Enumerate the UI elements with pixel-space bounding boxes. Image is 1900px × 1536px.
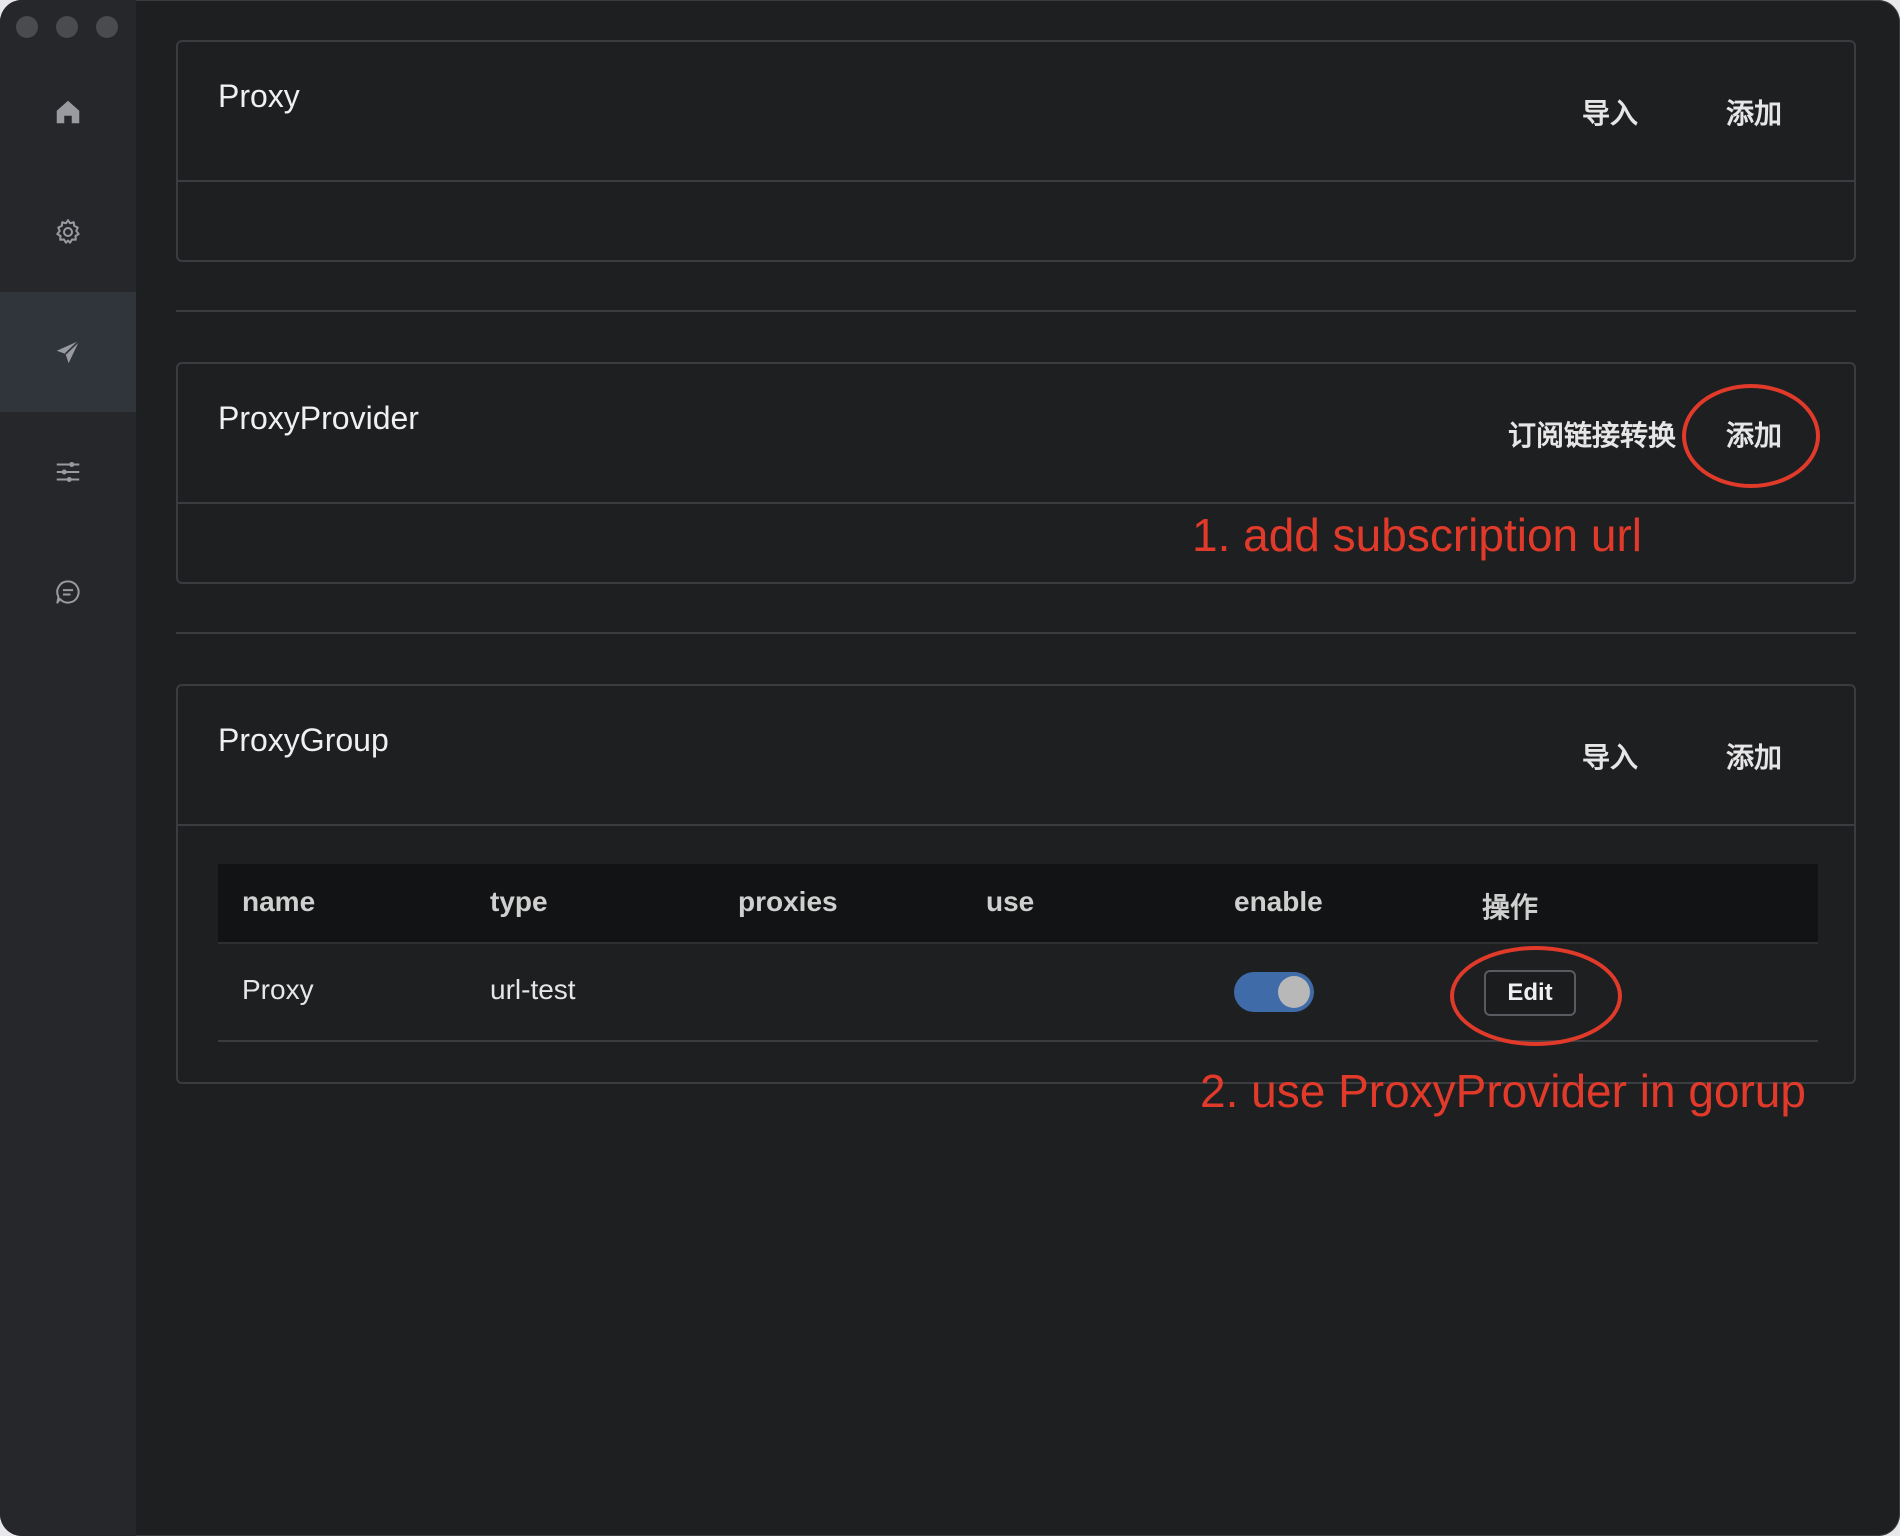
proxy-provider-card-title: ProxyProvider (218, 400, 419, 436)
proxy-group-import-button[interactable]: 导入 (1582, 736, 1638, 776)
home-icon (56, 100, 80, 124)
column-header-actions: 操作 (1482, 892, 1539, 923)
column-header-enable: enable (1234, 886, 1323, 917)
proxy-import-button[interactable]: 导入 (1582, 92, 1638, 132)
table-header: name type proxies use enable 操作 (218, 864, 1818, 944)
proxy-provider-card-header: ProxyProvider 订阅链接转换 添加 (178, 364, 1854, 504)
sidebar-item-messages[interactable] (0, 532, 136, 652)
sidebar-item-rules[interactable] (0, 412, 136, 532)
row-type: url-test (490, 974, 576, 1005)
column-header-name: name (242, 886, 316, 917)
proxy-group-card-header: ProxyGroup 导入 添加 (178, 686, 1854, 826)
window-close-button[interactable] (16, 16, 38, 38)
column-header-type: type (490, 886, 548, 917)
chat-icon (56, 580, 80, 604)
column-header-use: use (986, 886, 1035, 917)
section-divider (176, 632, 1856, 634)
proxy-group-add-button[interactable]: 添加 (1726, 736, 1782, 776)
subscription-convert-button[interactable]: 订阅链接转换 (1508, 414, 1676, 454)
window-zoom-button[interactable] (96, 16, 118, 38)
sidebar-item-home[interactable] (0, 52, 136, 172)
section-divider (176, 310, 1856, 312)
annotation-circle-edit (1450, 946, 1622, 1046)
sliders-icon (56, 462, 80, 482)
main-content: Proxy 导入 添加 ProxyProvider 订阅链接转换 添加 Prox… (136, 0, 1900, 1536)
proxy-card-header: Proxy 导入 添加 (178, 42, 1854, 182)
gear-icon (56, 219, 80, 244)
app-window: Proxy 导入 添加 ProxyProvider 订阅链接转换 添加 Prox… (0, 0, 1900, 1536)
sidebar-item-settings[interactable] (0, 172, 136, 292)
proxy-card: Proxy 导入 添加 (176, 40, 1856, 262)
annotation-step-2: 2. use ProxyProvider in gorup (1200, 1065, 1806, 1117)
annotation-step-1: 1. add subscription url (1192, 509, 1643, 561)
toggle-knob (1278, 976, 1310, 1008)
window-minimize-button[interactable] (56, 16, 78, 38)
proxy-card-title: Proxy (218, 78, 300, 114)
proxy-add-button[interactable]: 添加 (1726, 92, 1782, 132)
proxy-group-card-title: ProxyGroup (218, 722, 389, 758)
column-header-proxies: proxies (738, 886, 838, 917)
send-icon (56, 340, 80, 364)
sidebar-item-proxies[interactable] (0, 292, 136, 412)
sidebar (0, 0, 136, 1536)
row-name: Proxy (242, 974, 314, 1005)
enable-toggle[interactable] (1234, 972, 1314, 1012)
annotation-circle-add (1682, 384, 1820, 488)
